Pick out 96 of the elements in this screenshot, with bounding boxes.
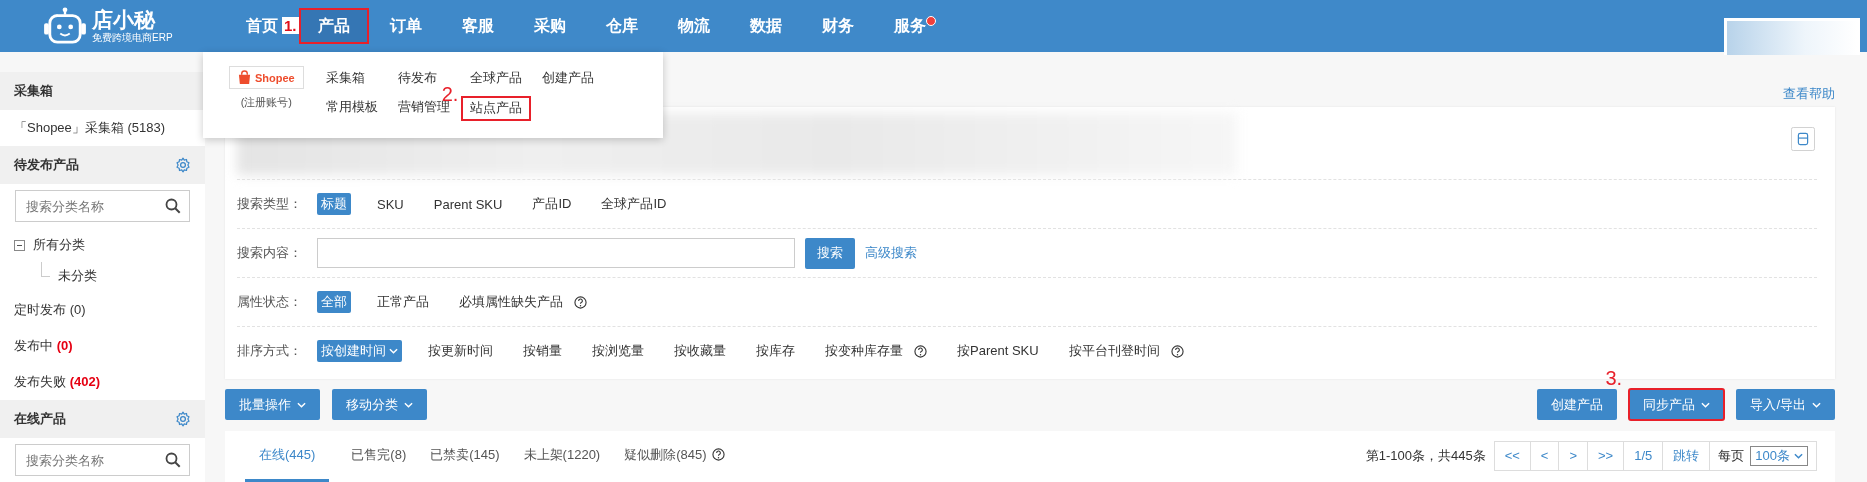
filter-option[interactable]: 按创建时间: [317, 340, 402, 363]
page-button[interactable]: <<: [1494, 442, 1531, 471]
help-icon[interactable]: [1170, 344, 1184, 358]
filter-option[interactable]: 正常产品: [373, 291, 433, 314]
help-icon[interactable]: [711, 448, 725, 462]
status-tab[interactable]: 疑似删除(845): [622, 430, 727, 482]
action-button[interactable]: 导入/导出: [1736, 389, 1835, 421]
filter-option[interactable]: Parent SKU: [429, 194, 507, 214]
page-button[interactable]: 跳转: [1663, 442, 1711, 471]
register-account-link[interactable]: (注册账号): [240, 95, 293, 110]
caret-icon: [297, 402, 306, 408]
help-icon[interactable]: [574, 295, 587, 309]
help-link[interactable]: 查看帮助: [1783, 85, 1835, 104]
filter-option[interactable]: 标题: [317, 193, 351, 216]
filter-label: 排序方式：: [237, 342, 303, 361]
robot-logo-icon: [42, 7, 88, 45]
page-summary: 第1-100条，共445条: [1365, 447, 1486, 466]
annotation-number: 1.: [282, 17, 299, 34]
page-button[interactable]: >>: [1588, 442, 1625, 471]
filter-option[interactable]: 全部: [317, 291, 351, 314]
caret-icon: [1701, 402, 1711, 408]
sidebar-item[interactable]: 发布失败 (402): [0, 364, 205, 400]
filter-option[interactable]: 按收藏量: [670, 340, 730, 363]
nav-tab[interactable]: 产品: [300, 9, 368, 43]
status-tab[interactable]: 在线(445): [245, 430, 330, 482]
filter-option[interactable]: 产品ID: [528, 193, 576, 216]
logo-tagline: 免费跨境电商ERP: [92, 32, 173, 44]
sidebar-item[interactable]: 发布中 (0): [0, 328, 205, 364]
shopee-logo[interactable]: Shopee: [229, 66, 304, 89]
nav-tab[interactable]: 仓库: [600, 9, 644, 43]
nav-tab[interactable]: 财务: [816, 9, 860, 43]
tree-item[interactable]: 未分类: [58, 267, 97, 285]
section-title: 待发布产品: [14, 156, 79, 174]
menu-item[interactable]: 常用模板: [322, 97, 381, 118]
search-field[interactable]: 搜索分类名称: [15, 444, 190, 476]
caret-icon: [404, 402, 413, 408]
filter-option[interactable]: 按Parent SKU: [953, 340, 1043, 363]
menu-item[interactable]: 全球产品: [466, 68, 525, 89]
filter-option[interactable]: 按浏览量: [588, 340, 648, 363]
menu-item[interactable]: 站点产品: [461, 97, 530, 120]
menu-item[interactable]: 创建产品: [538, 68, 597, 89]
per-page-label: 每页: [1717, 447, 1746, 466]
advanced-search-link[interactable]: 高级搜索: [865, 244, 917, 263]
action-button[interactable]: 批量操作: [225, 389, 320, 421]
nav-tab[interactable]: 客服: [456, 9, 500, 43]
filter-option[interactable]: 必填属性缺失产品: [455, 291, 591, 314]
nav-tab[interactable]: 数据: [744, 9, 788, 43]
menu-item[interactable]: 待发布: [394, 68, 440, 89]
filter-option[interactable]: 按更新时间: [424, 340, 497, 363]
nav-tab[interactable]: 订单: [384, 9, 428, 43]
logo-name: 店小秘: [92, 8, 157, 32]
help-icon[interactable]: [914, 344, 927, 358]
filter-label: 搜索内容：: [237, 244, 303, 263]
search-field[interactable]: 搜索分类名称: [15, 190, 190, 222]
panel-toggle-icon[interactable]: [1791, 127, 1815, 152]
settings-icon[interactable]: [175, 411, 191, 427]
page-button[interactable]: 1/5: [1624, 442, 1664, 471]
caret-icon: [1812, 402, 1821, 408]
section-title: 在线产品: [14, 410, 66, 428]
menu-item[interactable]: 采集箱: [322, 68, 368, 89]
search-icon[interactable]: [165, 452, 181, 468]
tree-item[interactable]: 所有分类: [33, 236, 85, 254]
filter-option[interactable]: SKU: [373, 194, 408, 214]
settings-icon[interactable]: [175, 157, 191, 173]
status-tab[interactable]: 已禁卖(145): [428, 430, 502, 482]
nav-tab[interactable]: 物流: [672, 9, 716, 43]
status-tab[interactable]: 已售完(8): [349, 430, 409, 482]
filter-label: 搜索类型：: [237, 195, 303, 214]
nav-tab[interactable]: 首页: [240, 9, 284, 43]
sidebar-item[interactable]: 「Shopee」采集箱 (5183): [0, 110, 205, 146]
nav-tab[interactable]: 服务: [888, 9, 932, 43]
search-button[interactable]: 搜索: [805, 237, 855, 269]
per-page-select[interactable]: 100条: [1750, 446, 1808, 467]
shopping-bag-icon: [238, 70, 251, 85]
filter-option[interactable]: 按平台刊登时间: [1064, 340, 1188, 363]
action-button[interactable]: 创建产品: [1537, 389, 1618, 421]
caret-icon: [1794, 453, 1803, 460]
filter-option[interactable]: 按销量: [519, 340, 566, 363]
action-button[interactable]: 同步产品: [1629, 389, 1725, 421]
platform-name: Shopee: [255, 71, 295, 84]
action-button[interactable]: 移动分类: [332, 389, 427, 421]
filter-option[interactable]: 按变种库存量: [821, 340, 931, 363]
collapse-icon[interactable]: [14, 239, 25, 251]
sidebar-item[interactable]: 定时发布 (0): [0, 292, 205, 328]
annotation-number: 3.: [1605, 367, 1623, 390]
filter-option[interactable]: 全球产品ID: [597, 193, 671, 216]
page-button[interactable]: <: [1530, 442, 1560, 471]
search-icon[interactable]: [165, 198, 181, 214]
section-title: 采集箱: [14, 82, 53, 100]
filter-option[interactable]: 按库存: [752, 340, 799, 363]
filter-label: 属性状态：: [237, 293, 303, 312]
search-input[interactable]: [317, 238, 795, 269]
page-button[interactable]: >: [1559, 442, 1589, 471]
status-tab[interactable]: 未上架(1220): [521, 430, 603, 482]
nav-tab[interactable]: 采购: [528, 9, 572, 43]
caret-icon: [389, 348, 398, 355]
